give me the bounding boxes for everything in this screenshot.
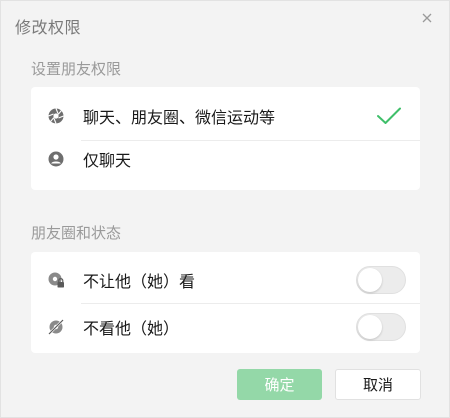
cancel-button[interactable]: 取消	[335, 369, 421, 400]
dialog-title: 修改权限	[15, 18, 82, 37]
moments-hidden-icon	[47, 318, 65, 336]
moments-status-card: 不让他（她）看 不看他（她）	[31, 252, 420, 353]
friend-permissions-card: 聊天、朋友圈、微信运动等 仅聊天	[31, 87, 420, 190]
confirm-button[interactable]: 确定	[237, 369, 322, 400]
hide-my-moments-toggle[interactable]	[356, 266, 406, 294]
moments-lock-icon	[47, 271, 65, 289]
aperture-icon	[47, 107, 65, 125]
option-chat-only[interactable]: 仅聊天	[31, 134, 420, 184]
option-label: 聊天、朋友圈、微信运动等	[83, 108, 276, 127]
option-label: 不看他（她）	[83, 319, 180, 338]
option-label: 不让他（她）看	[83, 272, 196, 291]
user-circle-icon	[47, 150, 65, 168]
toggle-knob	[358, 315, 382, 339]
checkmark-icon	[377, 107, 401, 124]
section-title-friend-permissions: 设置朋友权限	[31, 60, 122, 78]
option-hide-their-moments: 不看他（她）	[31, 302, 420, 352]
modify-permissions-dialog: 修改权限 设置朋友权限 聊天、朋友圈、微信运动等 仅聊天 朋友圈和状态 不让他（…	[0, 0, 450, 418]
close-icon	[422, 13, 432, 23]
hide-their-moments-toggle[interactable]	[356, 313, 406, 341]
option-hide-my-moments: 不让他（她）看	[31, 255, 420, 305]
toggle-knob	[358, 268, 382, 292]
section-title-moments-status: 朋友圈和状态	[31, 224, 122, 242]
close-button[interactable]	[418, 9, 436, 27]
option-label: 仅聊天	[83, 151, 132, 170]
